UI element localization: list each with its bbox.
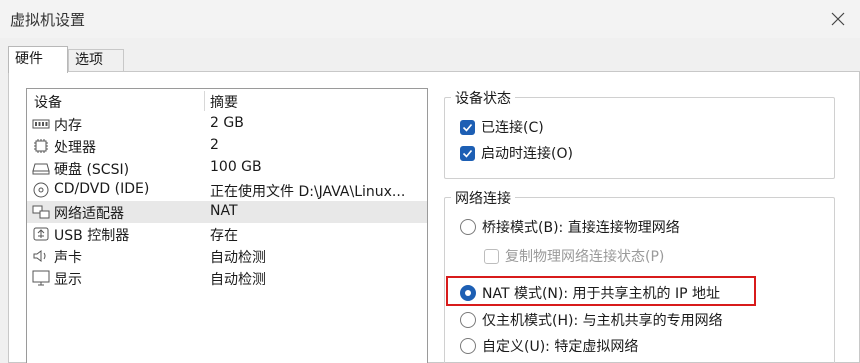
network-adapter-icon: [32, 205, 50, 219]
title-bar: 虚拟机设置: [0, 0, 860, 38]
device-list: 设备 摘要 内存 2 GB 处理器 2 硬盘 (SCSI) 100 GB CD/…: [26, 88, 428, 363]
device-row-usb-controller[interactable]: USB 控制器 存在: [27, 223, 427, 245]
device-name: 网络适配器: [54, 206, 124, 222]
checkbox-unchecked[interactable]: [484, 248, 499, 264]
device-summary: 正在使用文件 D:\JAVA\Linux...: [210, 184, 406, 200]
device-row-sound-card[interactable]: 声卡 自动检测: [27, 245, 427, 267]
device-name: 硬盘 (SCSI): [54, 162, 130, 178]
checkbox-checked[interactable]: [460, 119, 475, 135]
device-name: 内存: [54, 118, 82, 134]
tab-hardware[interactable]: 硬件: [8, 46, 68, 73]
cd-dvd-icon: [33, 182, 49, 198]
connect-at-power-on-checkbox[interactable]: 启动时连接(O): [460, 143, 573, 163]
radio-unselected[interactable]: [460, 338, 476, 354]
network-connection-title: 网络连接: [451, 188, 515, 208]
bridged-label: 桥接模式(B): 直接连接物理网络: [482, 220, 680, 236]
custom-label: 自定义(U): 特定虚拟网络: [482, 339, 639, 355]
column-header-summary[interactable]: 摘要: [210, 92, 238, 112]
replicate-physical-state-label: 复制物理网络连接状态(P): [505, 249, 665, 265]
device-row-processor[interactable]: 处理器 2: [27, 135, 427, 157]
column-divider[interactable]: [204, 91, 205, 111]
column-header-device[interactable]: 设备: [34, 92, 62, 112]
device-status-group: 设备状态 已连接(C) 启动时连接(O): [444, 88, 835, 179]
device-row-memory[interactable]: 内存 2 GB: [27, 113, 427, 135]
custom-radio[interactable]: 自定义(U): 特定虚拟网络: [460, 336, 638, 356]
device-name: 显示: [54, 272, 82, 288]
tab-options[interactable]: 选项: [68, 49, 124, 72]
window-title: 虚拟机设置: [10, 11, 86, 29]
usb-icon: [33, 227, 49, 241]
radio-unselected[interactable]: [460, 219, 476, 235]
close-button[interactable]: [824, 6, 852, 32]
nat-highlight-annotation: [446, 276, 756, 306]
device-row-cd-dvd[interactable]: CD/DVD (IDE) 正在使用文件 D:\JAVA\Linux...: [27, 179, 427, 201]
close-icon: [831, 12, 845, 26]
connected-label: 已连接(C): [481, 120, 544, 136]
device-row-display[interactable]: 显示 自动检测: [27, 267, 427, 289]
checkmark-icon: [462, 123, 473, 132]
device-summary: 自动检测: [210, 250, 266, 266]
bridged-radio[interactable]: 桥接模式(B): 直接连接物理网络: [460, 217, 680, 237]
memory-icon: [32, 119, 50, 129]
sound-card-icon: [33, 250, 46, 262]
connect-at-power-on-label: 启动时连接(O): [481, 146, 573, 162]
processor-icon: [34, 139, 48, 153]
checkbox-checked[interactable]: [460, 145, 475, 161]
device-summary: NAT: [210, 203, 238, 219]
device-row-hard-disk[interactable]: 硬盘 (SCSI) 100 GB: [27, 157, 427, 179]
hardware-panel: 设备 摘要 内存 2 GB 处理器 2 硬盘 (SCSI) 100 GB CD/…: [8, 71, 860, 363]
device-summary: 100 GB: [210, 159, 262, 175]
device-name: USB 控制器: [54, 228, 130, 244]
vm-settings-window: 虚拟机设置 硬件 选项 设备 摘要 内存 2 GB 处理器 2 硬盘 (SCSI…: [0, 0, 860, 363]
device-name: 声卡: [54, 250, 82, 266]
radio-unselected[interactable]: [460, 312, 476, 328]
device-summary: 2 GB: [210, 115, 244, 131]
device-summary: 存在: [210, 228, 238, 244]
device-summary: 2: [210, 137, 219, 153]
hard-disk-icon: [32, 163, 50, 175]
replicate-physical-state-checkbox[interactable]: 复制物理网络连接状态(P): [484, 246, 664, 266]
connected-checkbox[interactable]: 已连接(C): [460, 117, 544, 137]
device-summary: 自动检测: [210, 272, 266, 288]
device-status-title: 设备状态: [451, 88, 515, 108]
device-list-header: 设备 摘要: [27, 89, 427, 113]
host-only-label: 仅主机模式(H): 与主机共享的专用网络: [482, 313, 723, 329]
checkmark-icon: [462, 149, 473, 158]
display-icon: [32, 270, 50, 286]
host-only-radio[interactable]: 仅主机模式(H): 与主机共享的专用网络: [460, 310, 723, 330]
device-name: 处理器: [54, 140, 96, 156]
device-row-network-adapter[interactable]: 网络适配器 NAT: [27, 201, 427, 223]
device-name: CD/DVD (IDE): [54, 181, 150, 197]
